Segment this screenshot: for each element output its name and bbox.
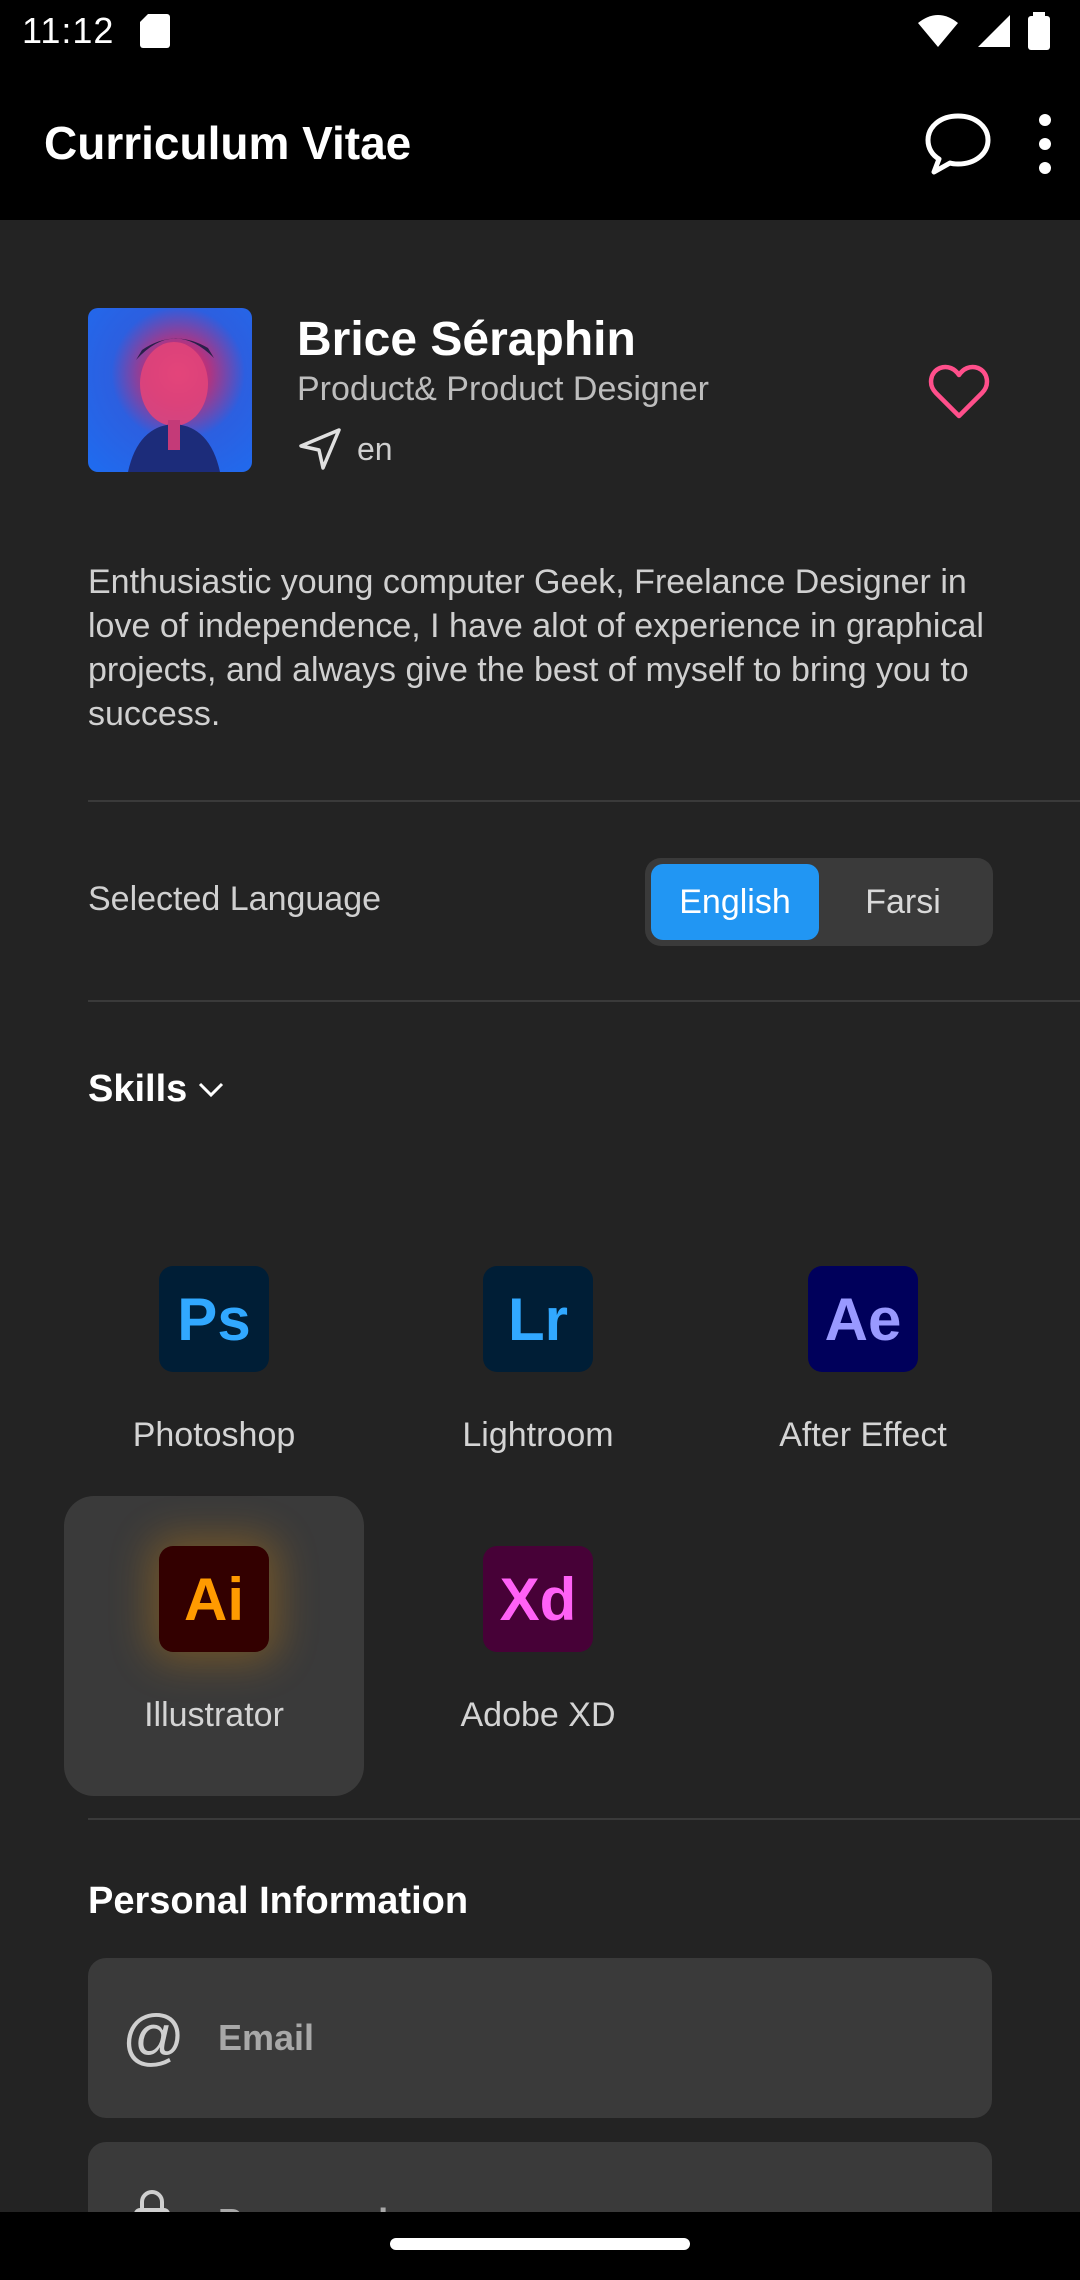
- at-sign-icon: @: [122, 2003, 185, 2072]
- skill-item-photoshop[interactable]: Ps Photoshop: [64, 1216, 364, 1516]
- heart-icon: [928, 364, 990, 419]
- sd-card-icon: [140, 14, 170, 48]
- system-nav-bar: [0, 2212, 1080, 2280]
- language-toggle: English Farsi: [645, 858, 993, 946]
- skills-header[interactable]: Skills: [88, 1068, 225, 1111]
- skill-item-after-effect[interactable]: Ae After Effect: [713, 1216, 1013, 1516]
- more-options-button[interactable]: [1020, 108, 1070, 180]
- bio-text: Enthusiastic young computer Geek, Freela…: [88, 563, 984, 733]
- lightroom-icon: Lr: [483, 1266, 593, 1372]
- app-title: Curriculum Vitae: [44, 117, 412, 169]
- battery-icon: [1028, 12, 1050, 50]
- skill-name: After Effect: [779, 1416, 947, 1454]
- avatar-portrait: [128, 338, 220, 472]
- adobe-xd-icon: Xd: [483, 1546, 593, 1652]
- illustrator-icon: Ai: [159, 1546, 269, 1652]
- password-field[interactable]: [88, 2142, 992, 2212]
- photoshop-icon: Ps: [159, 1266, 269, 1372]
- main-content[interactable]: Brice Séraphin Product& Product Designer…: [0, 220, 1080, 2212]
- language-option-english[interactable]: English: [651, 864, 819, 940]
- wifi-icon: [918, 15, 958, 47]
- more-vert-icon: [1039, 114, 1051, 174]
- profile-role: Product& Product Designer: [297, 370, 709, 408]
- skill-name: Adobe XD: [460, 1696, 616, 1734]
- chat-bubble-icon: [925, 113, 991, 175]
- home-gesture-handle[interactable]: [390, 2238, 690, 2250]
- skill-name: Photoshop: [132, 1416, 296, 1454]
- divider: [88, 1818, 1080, 1820]
- navigation-arrow-icon: [299, 428, 341, 470]
- after-effects-icon: Ae: [808, 1266, 918, 1372]
- skill-item-lightroom[interactable]: Lr Lightroom: [388, 1216, 688, 1516]
- status-icons: [916, 12, 1050, 50]
- location-text: en: [357, 430, 393, 467]
- signal-icon: [978, 15, 1010, 47]
- email-input[interactable]: [218, 2008, 958, 2068]
- skills-title: Skills: [88, 1068, 188, 1110]
- favorite-button[interactable]: [928, 362, 990, 420]
- status-bar: 11:12: [0, 0, 1080, 68]
- language-option-farsi[interactable]: Farsi: [819, 864, 987, 940]
- divider: [88, 800, 1080, 802]
- personal-info-title: Personal Information: [88, 1880, 469, 1922]
- password-input[interactable]: [218, 2192, 958, 2212]
- profile-name: Brice Séraphin: [297, 313, 636, 366]
- language-label: Selected Language: [88, 880, 382, 918]
- lock-icon: [134, 2190, 170, 2212]
- status-time: 11:12: [22, 10, 115, 51]
- divider: [88, 1000, 1080, 1002]
- skill-name: Lightroom: [462, 1416, 614, 1454]
- chevron-down-icon: [199, 1082, 224, 1097]
- email-field[interactable]: @: [88, 1958, 992, 2118]
- skill-name: Illustrator: [144, 1696, 284, 1734]
- profile-location: en: [297, 426, 393, 472]
- skill-item-illustrator[interactable]: Ai Illustrator: [64, 1496, 364, 1796]
- chat-button[interactable]: [922, 108, 994, 180]
- app-bar: Curriculum Vitae: [0, 68, 1080, 220]
- avatar: [88, 308, 252, 472]
- skill-item-adobe-xd[interactable]: Xd Adobe XD: [388, 1496, 688, 1796]
